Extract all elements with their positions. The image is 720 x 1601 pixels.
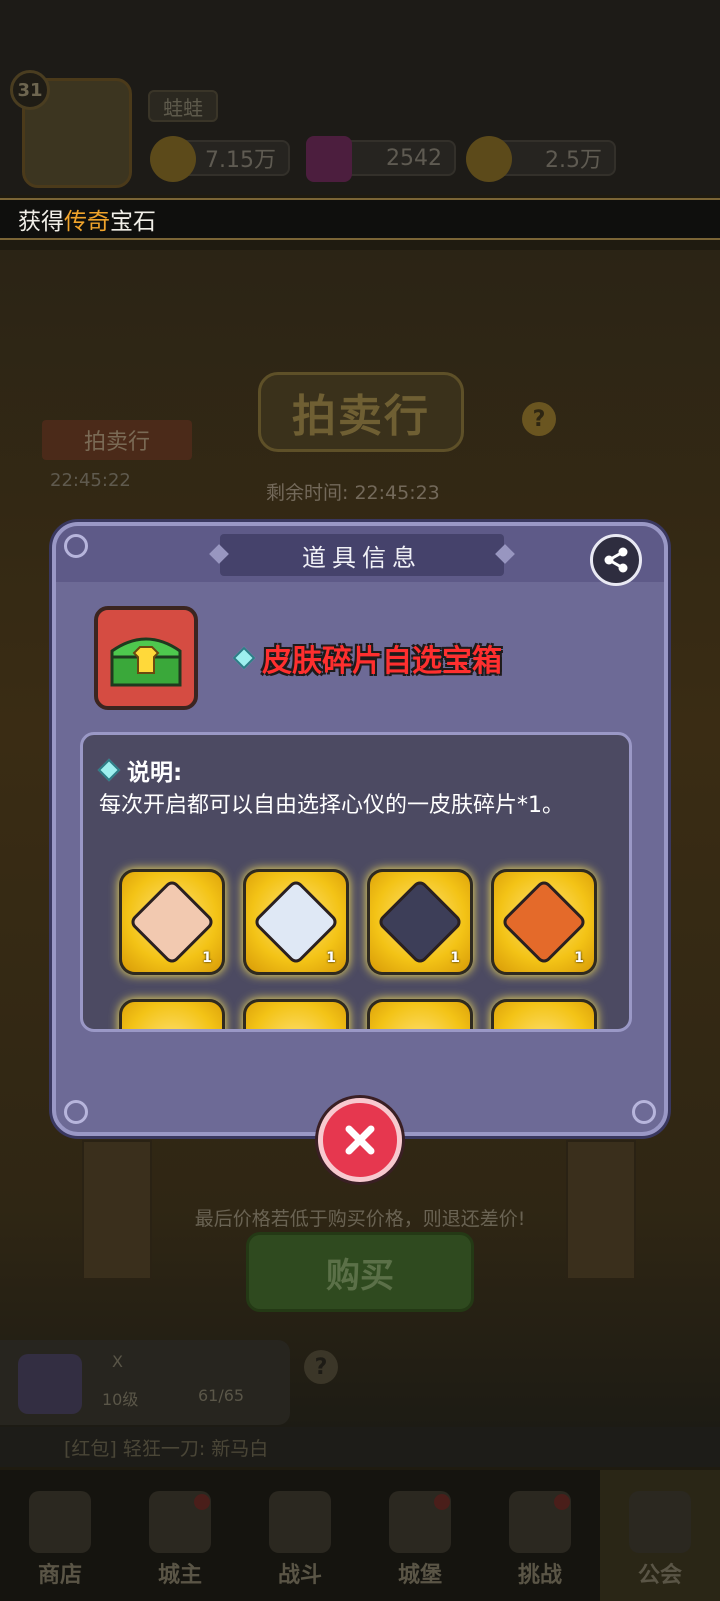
side-timer: 22:45:22 bbox=[50, 470, 131, 491]
guild-name: X bbox=[112, 1352, 123, 1371]
gold-resource[interactable]: 7.15万 bbox=[150, 136, 290, 182]
modal-title: 道具信息 bbox=[220, 534, 504, 576]
skin-fragment-6[interactable]: 1 bbox=[243, 999, 349, 1029]
help-icon[interactable]: ? bbox=[522, 402, 556, 436]
chat-message[interactable]: [红包] 轻狂一刀: 新马白 bbox=[0, 1427, 720, 1467]
gold-value: 7.15万 bbox=[205, 148, 276, 173]
guild-help-icon[interactable]: ? bbox=[304, 1350, 338, 1384]
fragment-count: 1 bbox=[202, 950, 212, 966]
white-hero-skin-fragment[interactable]: 1 bbox=[243, 869, 349, 975]
item-name: 皮肤碎片自选宝箱 bbox=[262, 644, 502, 679]
auction-house-title: 拍卖行 bbox=[258, 372, 464, 452]
fragment-count: 1 bbox=[326, 950, 336, 966]
nav-shop[interactable]: 商店 bbox=[0, 1470, 120, 1601]
notice-suffix: 宝石 bbox=[110, 209, 156, 235]
corner-ornament bbox=[64, 1100, 88, 1124]
skin-fragment-8[interactable]: 1 bbox=[491, 999, 597, 1029]
guild-level: 10级 bbox=[102, 1390, 139, 1409]
remaining-time: 剩余时间: 22:45:23 bbox=[266, 482, 440, 504]
gold-coin-icon bbox=[150, 136, 196, 182]
description-text: 每次开启都可以自由选择心仪的一皮肤碎片*1。 bbox=[99, 793, 564, 818]
side-auction-tag[interactable]: 拍卖行 bbox=[42, 420, 192, 460]
notification-dot bbox=[554, 1494, 570, 1510]
diamond-bullet-icon bbox=[97, 758, 121, 782]
fragment-count: 1 bbox=[450, 950, 460, 966]
gem-value: 2542 bbox=[386, 145, 442, 171]
close-button[interactable] bbox=[318, 1098, 402, 1182]
medal-value: 2.5万 bbox=[545, 148, 602, 173]
fragment-grid: 1 1 1 1 1 1 1 1 bbox=[119, 869, 599, 1029]
nav-battle[interactable]: 战斗 bbox=[240, 1470, 360, 1601]
nav-label: 城堡 bbox=[397, 1563, 442, 1588]
description-box[interactable]: 说明: 每次开启都可以自由选择心仪的一皮肤碎片*1。 1 1 1 1 1 bbox=[80, 732, 632, 1032]
buy-button[interactable]: 购买 bbox=[246, 1232, 474, 1312]
item-icon bbox=[94, 606, 198, 710]
swords-icon bbox=[269, 1491, 331, 1553]
skin-fragment-5[interactable]: 1 bbox=[119, 999, 225, 1029]
description-label: 说明: bbox=[127, 760, 183, 786]
corner-ornament bbox=[64, 534, 88, 558]
share-button[interactable] bbox=[590, 534, 642, 586]
system-notice-bar: 获得 传奇 宝石 bbox=[0, 198, 720, 240]
skin-fragment-7[interactable]: 1 bbox=[367, 999, 473, 1029]
item-name-row: 皮肤碎片自选宝箱 bbox=[232, 636, 502, 680]
corner-ornament bbox=[632, 1100, 656, 1124]
nav-label: 挑战 bbox=[517, 1563, 562, 1588]
item-info-modal: 道具信息 皮肤碎片自选宝箱 说明: 每次开启都可以自由选择心仪的一皮肤碎片*1。 bbox=[52, 522, 668, 1136]
gem-icon bbox=[306, 136, 352, 182]
player-level-badge: 31 bbox=[10, 70, 50, 110]
bottom-nav: 商店 城主 战斗 城堡 挑战 公会 bbox=[0, 1470, 720, 1601]
notice-prefix: 获得 bbox=[18, 209, 64, 235]
description-header: 说明: bbox=[97, 753, 183, 787]
nav-challenge[interactable]: 挑战 bbox=[480, 1470, 600, 1601]
guild-emblem-icon bbox=[18, 1354, 82, 1414]
nav-castle[interactable]: 城堡 bbox=[360, 1470, 480, 1601]
pink-hero-skin-fragment[interactable]: 1 bbox=[119, 869, 225, 975]
close-icon bbox=[345, 1125, 375, 1155]
guild-panel[interactable]: X 10级 61/65 bbox=[0, 1340, 290, 1425]
notification-dot bbox=[434, 1494, 450, 1510]
nav-label: 战斗 bbox=[277, 1563, 322, 1588]
guild-members: 61/65 bbox=[198, 1386, 245, 1405]
notice-highlight: 传奇 bbox=[64, 209, 110, 235]
skin-chest-icon bbox=[110, 637, 182, 687]
guild-banner-icon bbox=[629, 1491, 691, 1553]
nav-label: 城主 bbox=[157, 1563, 202, 1588]
nav-label: 商店 bbox=[37, 1563, 82, 1588]
refund-notice: 最后价格若低于购买价格，则退还差价! bbox=[194, 1208, 526, 1230]
player-name: 蛙蛙 bbox=[148, 90, 218, 122]
notification-dot bbox=[194, 1494, 210, 1510]
nav-lord[interactable]: 城主 bbox=[120, 1470, 240, 1601]
nav-guild[interactable]: 公会 bbox=[600, 1470, 720, 1601]
flame-beast-skin-fragment[interactable]: 1 bbox=[491, 869, 597, 975]
medal-coin-icon bbox=[466, 136, 512, 182]
fragment-count: 1 bbox=[574, 950, 584, 966]
diamond-bullet-icon bbox=[232, 646, 256, 670]
nav-label: 公会 bbox=[637, 1563, 682, 1588]
shop-icon bbox=[29, 1491, 91, 1553]
share-icon bbox=[604, 547, 628, 573]
medal-resource[interactable]: 2.5万 bbox=[466, 136, 616, 182]
gem-resource[interactable]: 2542 bbox=[306, 136, 456, 182]
dark-knight-skin-fragment[interactable]: 1 bbox=[367, 869, 473, 975]
